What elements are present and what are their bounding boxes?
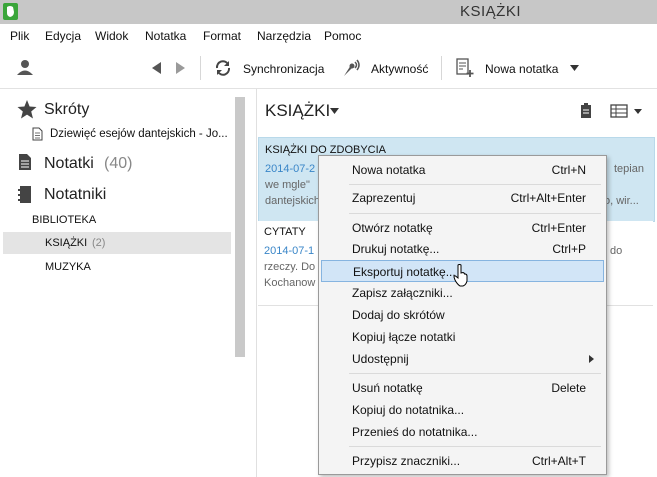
note-title: CYTATY xyxy=(264,226,306,238)
chevron-down-icon[interactable] xyxy=(634,109,642,114)
note-snippet: o, wir... xyxy=(604,195,639,207)
note-snippet: tepian xyxy=(614,163,644,175)
forward-arrow-icon[interactable] xyxy=(175,61,187,75)
menu-edycja[interactable]: Edycja xyxy=(45,29,81,43)
notebook-item-ksiazki[interactable] xyxy=(3,232,231,254)
note-snippet: dantejskich xyxy=(265,195,321,207)
back-arrow-icon[interactable] xyxy=(150,61,162,75)
menu-format[interactable]: Format xyxy=(203,29,241,43)
menu-item-move-to-notebook[interactable]: Przenieś do notatnika... xyxy=(319,421,606,443)
notebooks-heading[interactable]: Notatniki xyxy=(44,186,106,204)
sync-button[interactable]: Synchronizacja xyxy=(243,62,324,76)
menu-narzedzia[interactable]: Narzędzia xyxy=(257,29,311,43)
chevron-down-icon[interactable] xyxy=(330,108,339,114)
menu-item-new-note[interactable]: Nowa notatka Ctrl+N xyxy=(319,159,606,181)
menu-bar: Plik Edycja Widok Notatka Format Narzędz… xyxy=(0,24,657,48)
shortcuts-heading[interactable]: Skróty xyxy=(44,101,89,119)
menu-item-delete-note[interactable]: Usuń notatkę Delete xyxy=(319,377,606,399)
shortcut-item[interactable]: Dziewięć esejów dantejskich - Jo... xyxy=(50,128,228,140)
sync-icon[interactable] xyxy=(214,59,232,77)
note-icon xyxy=(32,127,43,141)
menu-notatka[interactable]: Notatka xyxy=(145,29,186,43)
menu-widok[interactable]: Widok xyxy=(95,29,128,43)
menu-item-copy-to-notebook[interactable]: Kopiuj do notatnika... xyxy=(319,399,606,421)
note-snippet: rzeczy. Do xyxy=(264,261,316,273)
menu-item-print-note[interactable]: Drukuj notatkę... Ctrl+P xyxy=(319,238,606,260)
note-snippet: we mgle" xyxy=(265,179,310,191)
submenu-arrow-icon xyxy=(589,355,594,363)
toolbar: Synchronizacja Aktywność Nowa notatka xyxy=(0,48,657,89)
sidebar-scrollbar[interactable] xyxy=(235,97,245,357)
chevron-down-icon[interactable] xyxy=(570,65,579,71)
notebook-info-icon[interactable] xyxy=(580,103,592,119)
title-bar: KSIĄŻKI xyxy=(0,0,657,24)
library-stack-label: BIBLIOTEKA xyxy=(32,214,97,226)
note-snippet: Kochanow xyxy=(264,277,316,289)
notes-count: (40) xyxy=(104,155,133,172)
menu-item-share[interactable]: Udostępnij xyxy=(319,348,606,370)
notebook-label: KSIĄŻKI xyxy=(45,237,88,249)
view-options-icon[interactable] xyxy=(610,104,630,118)
notebook-count: (2) xyxy=(92,237,106,249)
window-title: KSIĄŻKI xyxy=(460,3,522,20)
menu-plik[interactable]: Plik xyxy=(10,29,29,43)
sidebar xyxy=(0,89,249,477)
person-icon[interactable] xyxy=(16,58,34,76)
activity-button[interactable]: Aktywność xyxy=(371,62,428,76)
notes-heading[interactable]: Notatki xyxy=(44,155,94,173)
cursor-icon xyxy=(453,264,468,287)
note-date: 2014-07-2 xyxy=(265,163,316,175)
menu-item-present[interactable]: Zaprezentuj Ctrl+Alt+Enter xyxy=(319,187,606,209)
notebook-item-muzyka[interactable]: MUZYKA xyxy=(45,261,91,273)
star-icon xyxy=(17,100,37,119)
note-snippet: do xyxy=(610,245,623,257)
new-note-icon[interactable] xyxy=(455,58,475,78)
menu-item-open-note[interactable]: Otwórz notatkę Ctrl+Enter xyxy=(319,217,606,239)
activity-icon[interactable] xyxy=(340,58,362,78)
notebook-title[interactable]: KSIĄŻKI xyxy=(265,101,330,121)
menu-item-copy-link[interactable]: Kopiuj łącze notatki xyxy=(319,326,606,348)
note-date: 2014-07-1 xyxy=(264,245,315,257)
context-menu: Nowa notatka Ctrl+N Zaprezentuj Ctrl+Alt… xyxy=(318,155,607,475)
menu-item-add-shortcut[interactable]: Dodaj do skrótów xyxy=(319,304,606,326)
notebook-icon xyxy=(18,186,31,203)
menu-item-assign-tags[interactable]: Przypisz znaczniki... Ctrl+Alt+T xyxy=(319,450,606,472)
menu-pomoc[interactable]: Pomoc xyxy=(324,29,361,43)
new-note-button[interactable]: Nowa notatka xyxy=(485,62,558,76)
notes-icon xyxy=(19,154,31,170)
elephant-icon xyxy=(3,3,18,20)
